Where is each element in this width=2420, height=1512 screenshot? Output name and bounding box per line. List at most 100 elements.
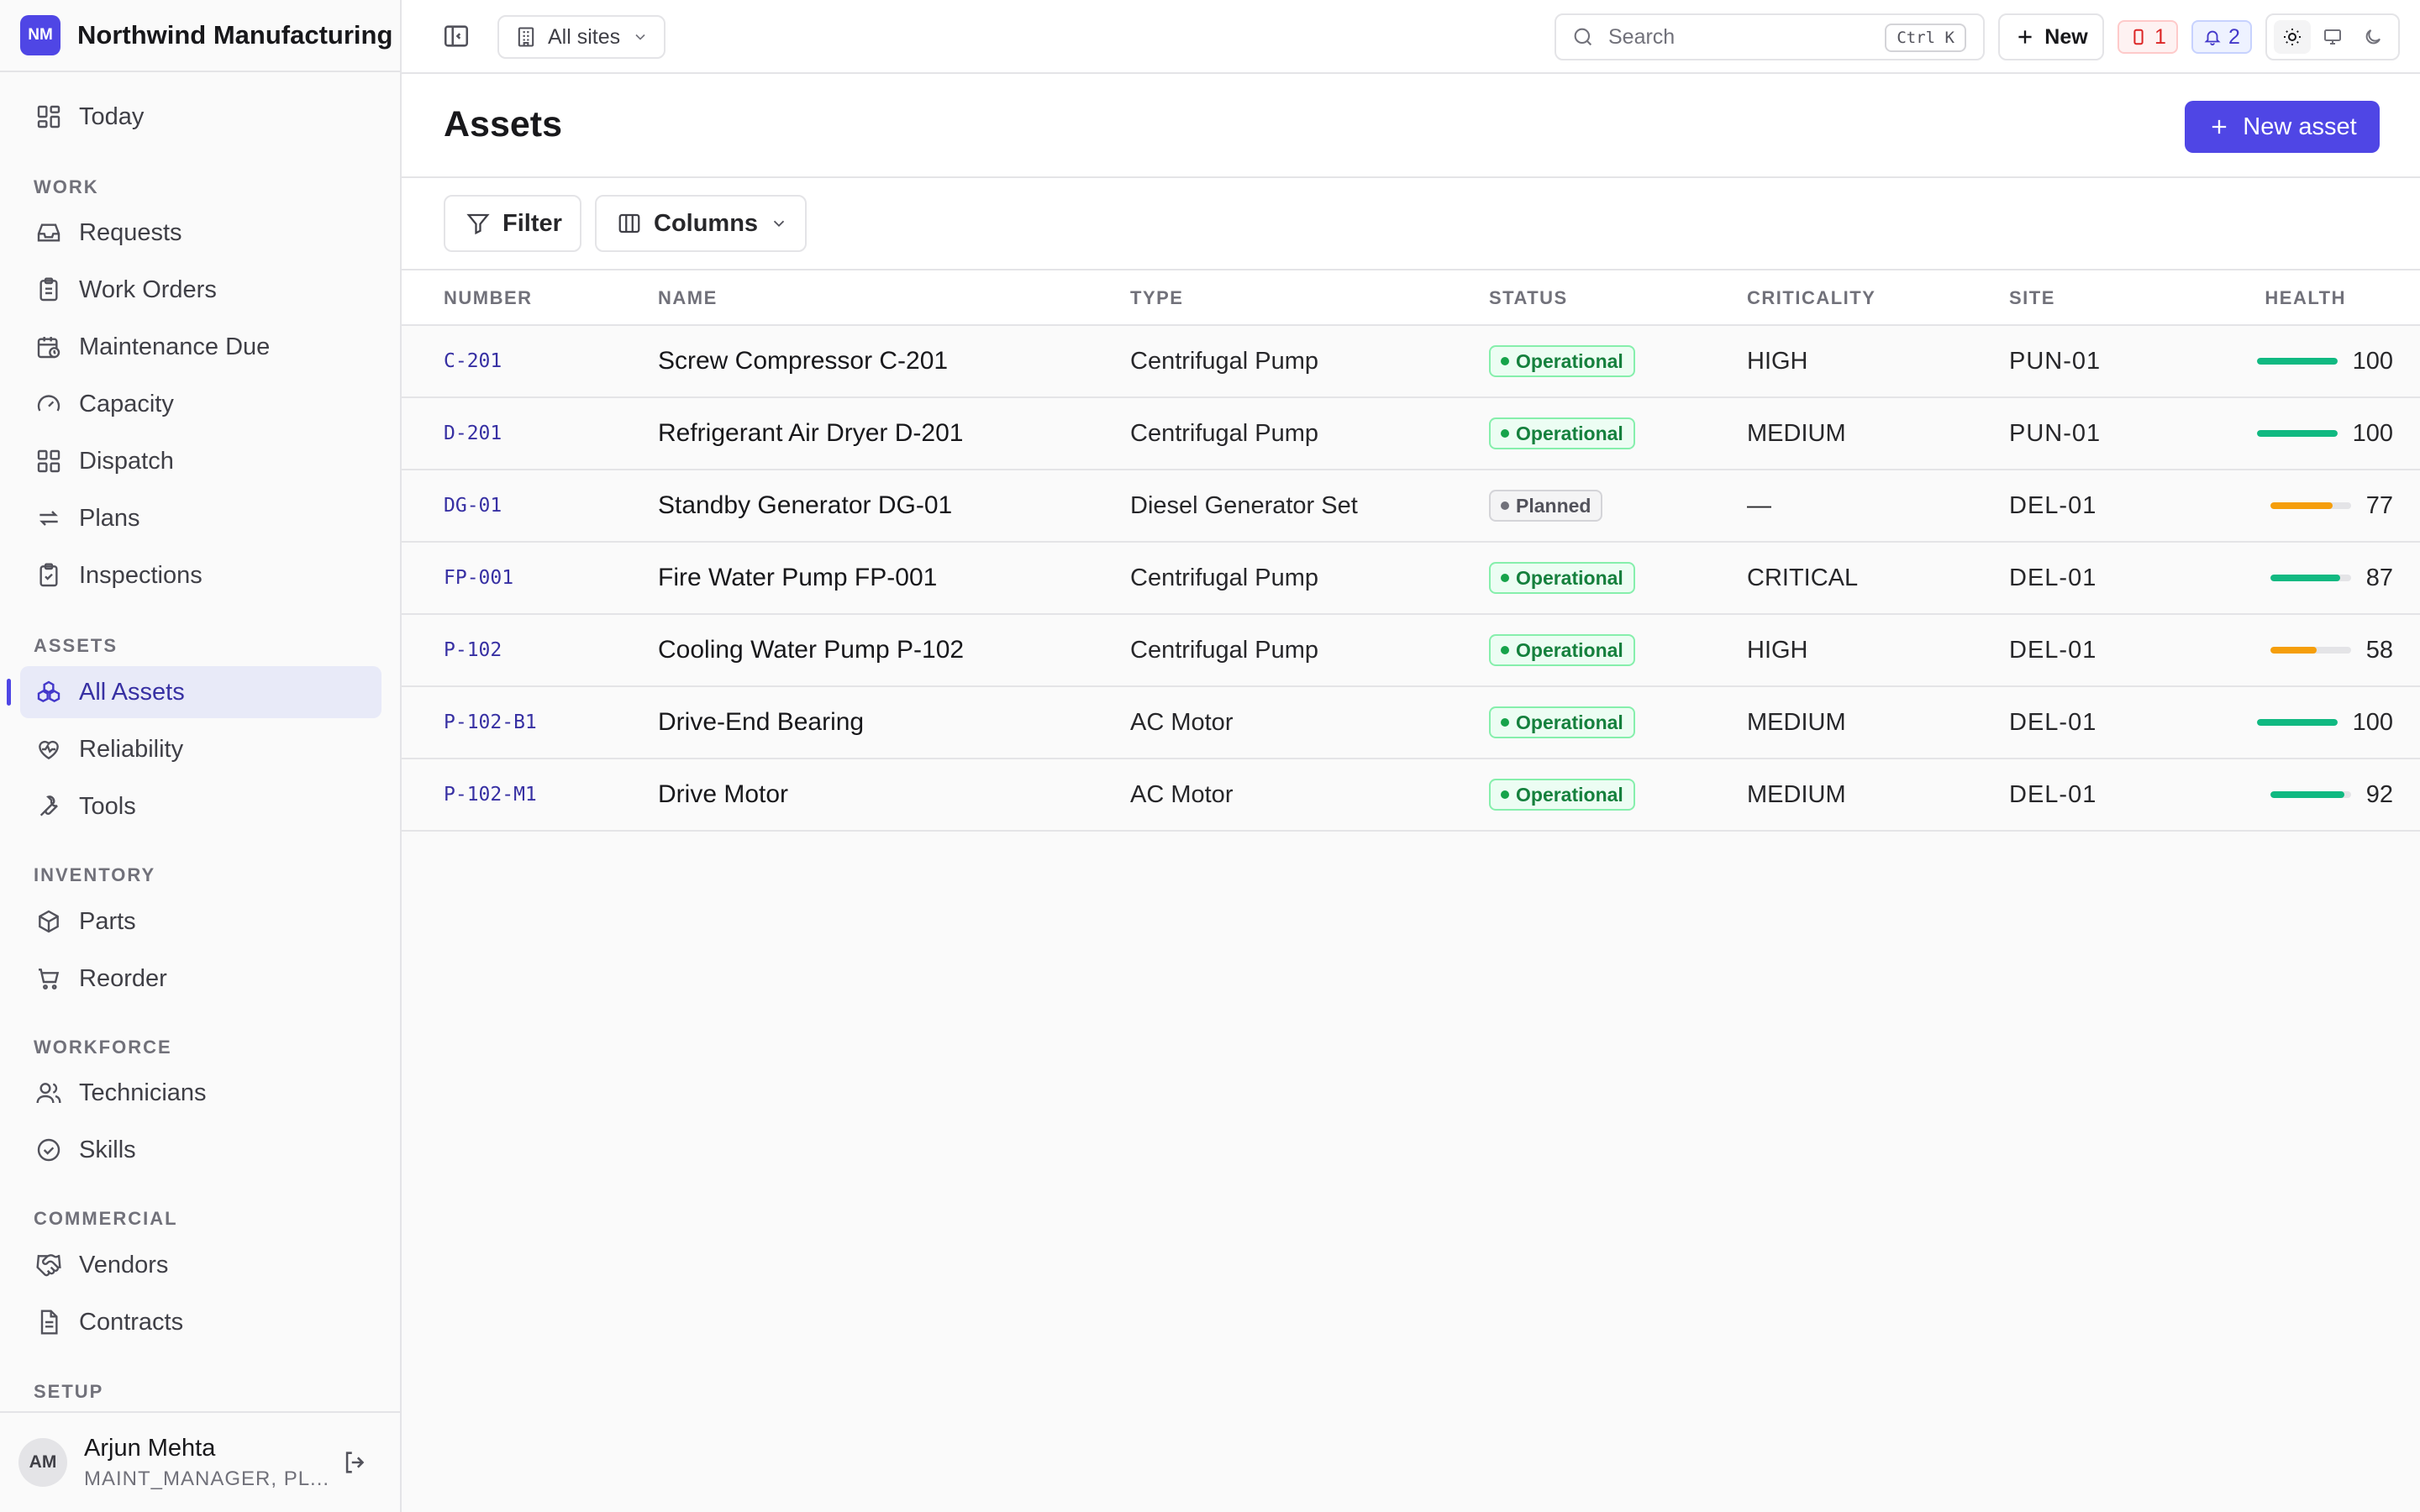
status-badge: Operational xyxy=(1489,562,1635,594)
sidebar-item-reorder[interactable]: Reorder xyxy=(20,953,381,1005)
sidebar-item-technicians[interactable]: Technicians xyxy=(20,1067,381,1119)
asset-number-link[interactable]: DG-01 xyxy=(444,470,502,541)
column-header-site[interactable]: SITE xyxy=(2009,270,2055,326)
chevron-down-icon xyxy=(770,214,788,233)
status-dot-icon xyxy=(1501,574,1509,582)
site: PUN-01 xyxy=(2009,347,2102,375)
brand[interactable]: NM Northwind Manufacturing xyxy=(0,0,400,72)
building-icon xyxy=(514,25,538,49)
asset-name: Drive Motor xyxy=(658,780,789,808)
table-row[interactable]: P-102 Cooling Water Pump P-102 Centrifugal… xyxy=(402,615,2420,687)
sidebar-item-dispatch[interactable]: Dispatch xyxy=(20,435,381,487)
calendar-clock-icon xyxy=(35,333,62,360)
health-bar-fill xyxy=(2256,430,2338,437)
column-header-name[interactable]: NAME xyxy=(658,270,718,326)
status-label: Operational xyxy=(1516,566,1623,589)
site-select[interactable]: All sites xyxy=(497,15,666,59)
sidebar-item-contracts[interactable]: Contracts xyxy=(20,1296,381,1348)
health-bar-fill xyxy=(2256,358,2338,365)
asset-number-link[interactable]: D-201 xyxy=(444,398,502,469)
site: DEL-01 xyxy=(2009,636,2097,664)
status-label: Operational xyxy=(1516,783,1623,806)
health-value: 100 xyxy=(2352,708,2393,736)
page-header: Assets New asset xyxy=(402,74,2420,178)
status-badge: Operational xyxy=(1489,417,1635,449)
grid-icon xyxy=(35,448,62,475)
asset-number-link[interactable]: P-102-B1 xyxy=(444,687,537,758)
asset-type: AC Motor xyxy=(1130,780,1234,808)
user-profile[interactable]: AM Arjun Mehta MAINT_MANAGER, PL... xyxy=(0,1411,400,1512)
table-row[interactable]: D-201 Refrigerant Air Dryer D-201 Centrifu… xyxy=(402,398,2420,470)
sidebar-item-label: Reliability xyxy=(79,735,184,763)
column-header-status[interactable]: STATUS xyxy=(1489,270,1568,326)
filter-label: Filter xyxy=(502,209,562,237)
column-header-number[interactable]: NUMBER xyxy=(444,270,533,326)
sidebar-item-parts[interactable]: Parts xyxy=(20,895,381,948)
status-label: Operational xyxy=(1516,711,1623,733)
sidebar-item-skills[interactable]: Skills xyxy=(20,1124,381,1176)
sidebar-item-today[interactable]: Today xyxy=(20,91,381,143)
asset-number-link[interactable]: P-102-M1 xyxy=(444,759,537,830)
status-badge: Operational xyxy=(1489,706,1635,738)
logout-icon[interactable] xyxy=(341,1448,370,1477)
status-dot-icon xyxy=(1501,501,1509,510)
sidebar-item-label: All Assets xyxy=(79,678,185,706)
status-badge: Planned xyxy=(1489,490,1603,522)
sidebar-item-vendors[interactable]: Vendors xyxy=(20,1239,381,1291)
table-row[interactable]: DG-01 Standby Generator DG-01 Diesel Gener… xyxy=(402,470,2420,543)
new-button[interactable]: New xyxy=(1998,13,2104,60)
status-label: Operational xyxy=(1516,349,1623,372)
alerts-badge[interactable]: 1 xyxy=(2118,20,2178,54)
asset-name: Refrigerant Air Dryer D-201 xyxy=(658,419,964,447)
status-dot-icon xyxy=(1501,646,1509,654)
sidebar-item-requests[interactable]: Requests xyxy=(20,207,381,259)
status-dot-icon xyxy=(1501,357,1509,365)
cart-icon xyxy=(35,965,62,992)
status-cell: Operational xyxy=(1489,326,1635,396)
sidebar-toggle-icon[interactable] xyxy=(442,22,471,50)
search-input[interactable]: Search Ctrl K xyxy=(1555,13,1985,60)
moon-icon[interactable] xyxy=(2354,20,2391,54)
sidebar-item-capacity[interactable]: Capacity xyxy=(20,378,381,430)
sun-icon[interactable] xyxy=(2274,20,2311,54)
sidebar-item-label: Dispatch xyxy=(79,447,174,475)
criticality: MEDIUM xyxy=(1747,780,1846,808)
filter-button[interactable]: Filter xyxy=(444,195,581,252)
sidebar-item-tools[interactable]: Tools xyxy=(20,780,381,832)
table-body: C-201 Screw Compressor C-201 Centrifugal P… xyxy=(402,326,2420,832)
table-row[interactable]: P-102-M1 Drive Motor AC Motor Operational ME… xyxy=(402,759,2420,832)
column-header-type[interactable]: TYPE xyxy=(1130,270,1183,326)
table-row[interactable]: FP-001 Fire Water Pump FP-001 Centrifugal … xyxy=(402,543,2420,615)
sidebar-item-all-assets[interactable]: All Assets xyxy=(7,666,381,718)
asset-type: AC Motor xyxy=(1130,708,1234,736)
criticality: MEDIUM xyxy=(1747,419,1846,447)
sidebar-item-work-orders[interactable]: Work Orders xyxy=(20,264,381,316)
column-header-criticality[interactable]: CRITICALITY xyxy=(1747,270,1876,326)
notifications-badge[interactable]: 2 xyxy=(2191,20,2252,54)
health-value: 92 xyxy=(2365,780,2393,808)
health-value: 100 xyxy=(2352,419,2393,447)
asset-name: Fire Water Pump FP-001 xyxy=(658,564,938,591)
status-label: Operational xyxy=(1516,422,1623,444)
new-asset-button[interactable]: New asset xyxy=(2185,101,2380,153)
sidebar-item-plans[interactable]: Plans xyxy=(20,492,381,544)
sidebar-item-label: Plans xyxy=(79,504,140,532)
sidebar-item-inspections[interactable]: Inspections xyxy=(20,549,381,601)
asset-number-link[interactable]: FP-001 xyxy=(444,543,513,613)
table-row[interactable]: P-102-B1 Drive-End Bearing AC Motor Operati… xyxy=(402,687,2420,759)
clipboard-check-icon xyxy=(35,562,62,589)
column-header-health[interactable]: HEALTH xyxy=(2265,270,2346,326)
asset-type: Centrifugal Pump xyxy=(1130,564,1319,591)
search-icon xyxy=(1571,25,1595,49)
sidebar-item-label: Parts xyxy=(79,907,136,935)
asset-number-link[interactable]: P-102 xyxy=(444,615,502,685)
columns-button[interactable]: Columns xyxy=(595,195,807,252)
sidebar-item-reliability[interactable]: Reliability xyxy=(20,723,381,775)
repeat-icon xyxy=(35,505,62,532)
sidebar-item-maintenance-due[interactable]: Maintenance Due xyxy=(20,321,381,373)
health-cell: 87 xyxy=(2191,543,2393,613)
asset-name: Standby Generator DG-01 xyxy=(658,491,953,519)
table-row[interactable]: C-201 Screw Compressor C-201 Centrifugal P… xyxy=(402,326,2420,398)
asset-number-link[interactable]: C-201 xyxy=(444,326,502,396)
monitor-icon[interactable] xyxy=(2314,20,2351,54)
